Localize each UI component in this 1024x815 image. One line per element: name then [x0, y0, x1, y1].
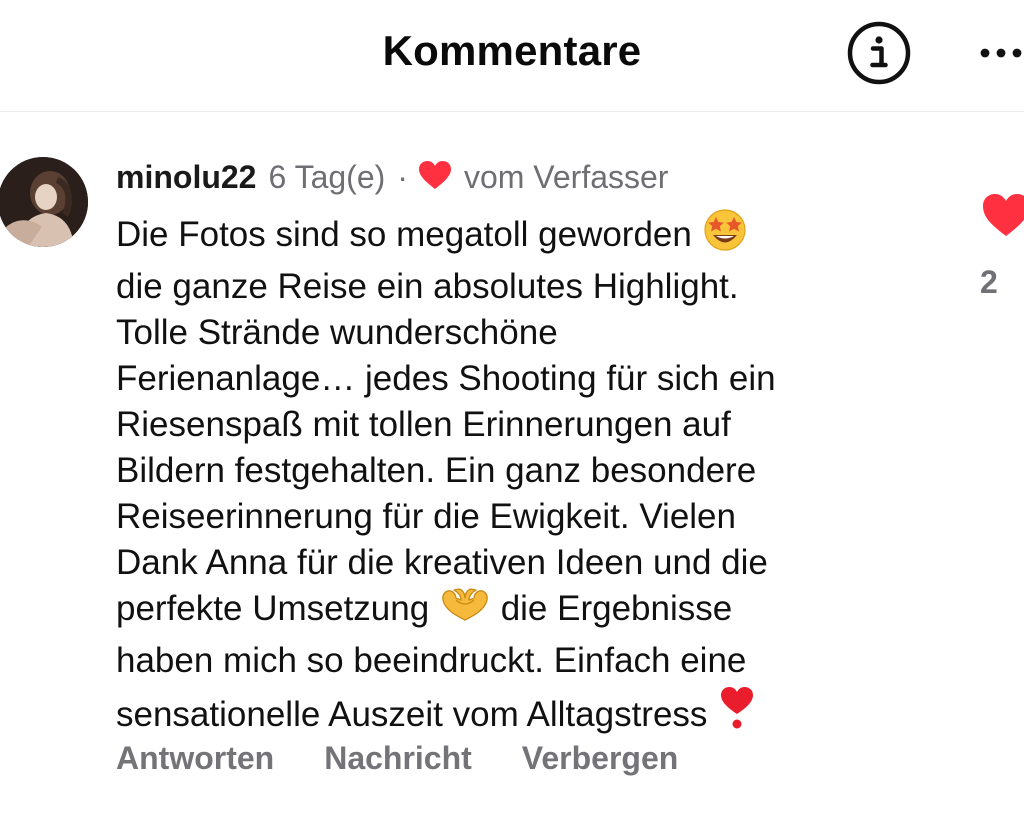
heart-exclamation-emoji: [717, 684, 757, 744]
more-horizontal-icon: [980, 48, 1022, 58]
avatar[interactable]: [0, 157, 88, 247]
username-link[interactable]: minolu22: [116, 159, 256, 196]
comment-line: perfekte Umsetzung die Ergebnisse: [116, 586, 916, 638]
reply-button[interactable]: Antworten: [116, 736, 274, 780]
more-options-button[interactable]: [978, 38, 1024, 68]
heart-hands-emoji: [439, 586, 491, 638]
comment-line: Die Fotos sind so megatoll geworden: [116, 208, 916, 264]
comment-line: Dank Anna für die kreativen Ideen und di…: [116, 543, 768, 582]
comment-line: Bildern festgehalten. Ein ganz besondere: [116, 451, 757, 490]
like-count[interactable]: 2: [980, 264, 1024, 301]
comment-line: Tolle Strände wunderschöne: [116, 313, 558, 352]
meta-separator: ·: [397, 158, 408, 195]
message-button[interactable]: Nachricht: [324, 736, 472, 780]
comment-line: Riesenspaß mit tollen Erinnerungen auf: [116, 405, 731, 444]
comment-line: sensationelle Auszeit vom Alltagstress: [116, 684, 916, 744]
comment-time: 6 Tag(e): [268, 158, 386, 195]
comment-line: haben mich so beeindruckt. Einfach eine: [116, 641, 747, 680]
hide-button[interactable]: Verbergen: [522, 736, 679, 780]
comment-line: Reiseerinnerung für die Ewigkeit. Vielen: [116, 497, 736, 536]
comment-line: die ganze Reise ein absolutes Highlight.: [116, 267, 739, 306]
like-button[interactable]: [981, 192, 1024, 242]
liked-by-author-label: vom Verfasser: [463, 158, 669, 195]
user-avatar: [0, 157, 88, 247]
comment-line: Ferienanlage… jedes Shooting für sich ei…: [116, 359, 776, 398]
comment-text: Die Fotos sind so megatoll geworden die …: [116, 208, 916, 744]
info-button[interactable]: [846, 20, 912, 86]
info-circle-icon: [847, 21, 911, 85]
heart-filled-icon: [983, 194, 1024, 236]
comment-actions: Antworten Nachricht Verbergen: [116, 736, 678, 780]
header-bar: Kommentare: [0, 0, 1024, 112]
heart-icon: [418, 160, 452, 198]
comment-meta: minolu22 6 Tag(e) · vom Verfasser: [116, 154, 668, 200]
star-struck-emoji: [702, 208, 748, 264]
